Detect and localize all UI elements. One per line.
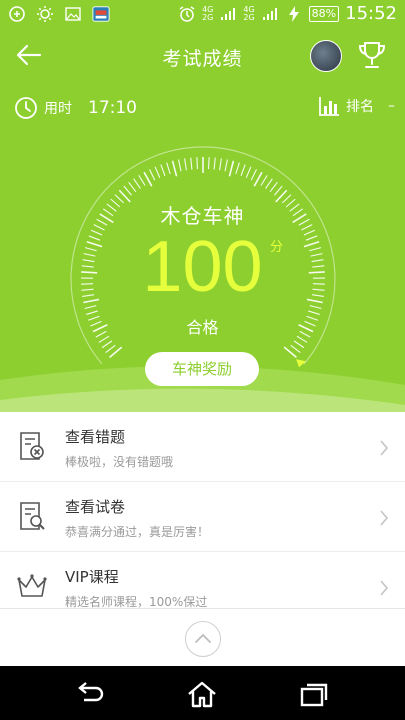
expand-up-button[interactable] [185,621,221,657]
signal-icon [219,5,237,23]
top-bar: 考试成绩 [0,30,405,80]
gauge-tick [149,169,156,181]
vpn-icon [8,5,26,23]
list-item-title: 查看错题 [65,428,126,446]
gauge-tick [207,157,210,170]
time-used: 用时 17:10 [14,96,137,120]
signal-icon-2 [261,5,279,23]
alarm-icon [178,5,196,23]
brightness-icon [36,5,54,23]
gauge-tick [240,164,246,176]
time-value: 17:10 [88,98,137,118]
gauge-tick [160,164,166,176]
gauge-tick [143,171,153,187]
gauge-tick [219,158,222,171]
home-icon [188,681,216,708]
reward-button[interactable]: 车神奖励 [145,352,259,386]
gauge-tick [245,166,252,179]
recent-apps-icon [300,683,328,707]
gauge-tick [105,344,116,354]
nav-recent-apps-button[interactable] [298,680,330,708]
chevron-right-icon [380,440,389,456]
list-item-title: VIP课程 [65,568,119,586]
gauge-tick [171,160,178,177]
network-type-bottom: 2G [202,12,214,22]
charging-icon [285,5,303,23]
system-nav-bar [0,666,405,720]
page-title: 考试成绩 [162,48,243,70]
gauge-tick [101,340,113,349]
avatar[interactable] [310,40,342,72]
list-item-wrong-questions[interactable]: 查看错题 棒极啦，没有错题哦 [0,412,405,482]
gauge-tick [166,162,171,175]
bottom-panel [0,608,405,667]
clock-icon [15,97,37,119]
list-item-review-paper[interactable]: 查看试卷 恭喜满分通过，真是厉害！ [0,482,405,552]
rank-value: – [388,98,395,114]
trophy-button[interactable] [358,40,386,70]
gauge-tick [138,174,146,186]
status-clock: 15:52 [345,3,397,24]
chevron-up-icon [195,633,211,643]
list-item-title: 查看试卷 [65,498,126,516]
gauge-tick [133,178,141,189]
back-arrow-icon [78,682,104,702]
gauge-tick [213,157,216,170]
chevron-right-icon [380,510,389,526]
gauge-tick [293,340,305,349]
gauge-tick [290,344,301,354]
gauge-tick [184,158,187,171]
gauge-tick [196,157,199,170]
gauge-tick [250,169,257,181]
gauge-tick [265,178,273,189]
gauge-tick [178,159,182,172]
gauge-tick [224,159,228,172]
score-value: 100 [142,227,263,307]
crown-icon [17,574,47,597]
trophy-icon [358,42,386,68]
gauge-tick [273,185,283,196]
list-item-subtitle: 棒极啦，没有错题哦 [65,455,174,469]
status-bar: 4G 2G 4G 2G 88% 15:52 [0,0,405,30]
score-unit: 分 [270,240,284,255]
gallery-icon [64,5,82,23]
gauge-tick [190,157,193,170]
gauge-tick [269,181,278,193]
pass-status: 合格 [186,318,219,337]
battery-level: 88% [308,5,340,22]
result-header: 考试成绩 用时 17:10 排名 – 木仓车神 100 分 合格 车神奖励 [0,30,405,412]
nav-home-button[interactable] [186,680,218,708]
nav-back-button[interactable] [74,680,106,708]
rank[interactable]: 排名 – [318,96,395,116]
gauge-tick [235,162,240,175]
gauge-tick [128,181,137,193]
gauge-tick [253,171,263,187]
gauge-tick [228,160,235,177]
gauge-tick [260,174,268,186]
chevron-right-icon [380,580,389,596]
time-label: 用时 [44,101,72,117]
gauge-tick [154,166,161,179]
app-notification-icon [92,5,110,23]
network-type-bottom-2: 2G [243,12,255,22]
rank-label: 排名 [346,99,374,115]
review-paper-icon [20,502,45,530]
action-list: 查看错题 棒极啦，没有错题哦 查看试卷 恭喜满分通过，真是厉害！ VIP课程 精… [0,412,405,609]
list-item-subtitle: 恭喜满分通过，真是厉害！ [65,525,210,539]
bar-chart-icon [319,97,339,116]
gauge-tick [123,185,133,196]
wrong-questions-icon [20,432,44,460]
